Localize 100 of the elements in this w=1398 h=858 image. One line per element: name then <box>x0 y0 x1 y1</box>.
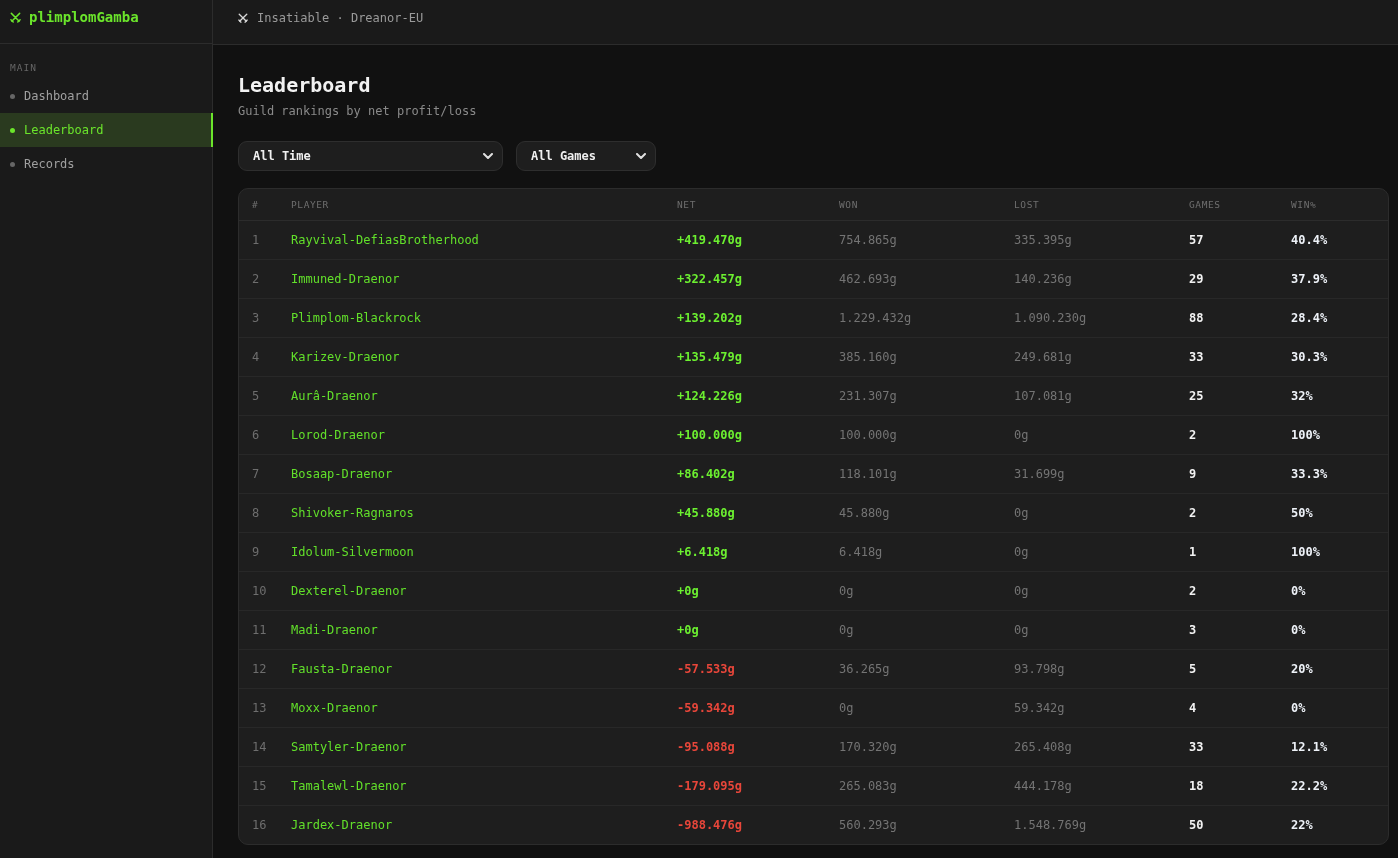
lost-amount: 59.342g <box>1014 701 1065 715</box>
lost-amount: 1.090.230g <box>1014 311 1087 325</box>
bullet-icon <box>10 127 15 133</box>
net-amount: -57.533g <box>677 662 735 676</box>
player-name: Idolum-Silvermoon <box>291 545 414 559</box>
rank-number: 2 <box>252 272 260 286</box>
lost-amount: 0g <box>1014 428 1029 442</box>
player-name: Bosaap-Draenor <box>291 467 393 481</box>
games-count: 25 <box>1189 389 1204 403</box>
won-amount: 265.083g <box>839 779 897 793</box>
won-amount: 170.320g <box>839 740 897 754</box>
net-amount: -988.476g <box>677 818 743 832</box>
filter-dropdown[interactable]: All Time <box>238 141 503 171</box>
net-amount: +139.202g <box>677 311 743 325</box>
lost-amount: 265.408g <box>1014 740 1072 754</box>
rank-number: 13 <box>252 701 267 715</box>
won-amount: 462.693g <box>839 272 897 286</box>
net-amount: +0g <box>677 584 699 598</box>
lost-amount: 0g <box>1014 584 1029 598</box>
won-amount: 100.000g <box>839 428 897 442</box>
net-amount: +86.402g <box>677 467 735 481</box>
win-rate: 100% <box>1291 545 1320 559</box>
games-count: 3 <box>1189 623 1197 637</box>
net-amount: +45.880g <box>677 506 735 520</box>
net-amount: -179.095g <box>677 779 743 793</box>
lost-header: LOST <box>1014 199 1040 210</box>
nav-item[interactable]: Dashboard <box>0 79 213 113</box>
lost-amount: 444.178g <box>1014 779 1072 793</box>
rank-number: 15 <box>252 779 267 793</box>
page-subtitle: Guild rankings by net profit/loss <box>238 103 478 119</box>
games-count: 50 <box>1189 818 1204 832</box>
won-amount: 45.880g <box>839 506 890 520</box>
rank-number: 14 <box>252 740 267 754</box>
filter-dropdown[interactable]: All Games <box>516 141 656 171</box>
games-count: 2 <box>1189 506 1197 520</box>
won-amount: 0g <box>839 701 854 715</box>
player-name: Dexterel-Draenor <box>291 584 407 598</box>
rank-number: 11 <box>252 623 267 637</box>
net-amount: -59.342g <box>677 701 735 715</box>
rank-number: 7 <box>252 467 260 481</box>
rank-number: 12 <box>252 662 267 676</box>
win-rate: 100% <box>1291 428 1320 442</box>
player-name: Fausta-Draenor <box>291 662 393 676</box>
rank-number: 1 <box>252 233 260 247</box>
lost-amount: 249.681g <box>1014 350 1072 364</box>
lost-amount: 93.798g <box>1014 662 1065 676</box>
won-amount: 6.418g <box>839 545 883 559</box>
net-amount: +0g <box>677 623 699 637</box>
net-header: NET <box>677 199 696 210</box>
nav-item[interactable]: Leaderboard <box>0 113 213 147</box>
player-name: Aurâ-Draenor <box>291 389 378 403</box>
games-count: 33 <box>1189 350 1204 364</box>
crossed-swords-icon <box>238 12 248 23</box>
games-count: 33 <box>1189 740 1204 754</box>
player-name: Madi-Draenor <box>291 623 378 637</box>
won-header: WON <box>839 199 858 210</box>
win-rate: 28.4% <box>1291 311 1328 325</box>
lost-amount: 335.395g <box>1014 233 1072 247</box>
bullet-icon <box>10 161 15 167</box>
net-amount: +135.479g <box>677 350 743 364</box>
rank-number: 10 <box>252 584 267 598</box>
games-count: 18 <box>1189 779 1204 793</box>
won-amount: 560.293g <box>839 818 897 832</box>
page-title: Leaderboard <box>238 73 372 97</box>
rank-number: 16 <box>252 818 267 832</box>
crossed-swords-icon <box>10 11 21 23</box>
win-rate: 22% <box>1291 818 1313 832</box>
player-name: Lorod-Draenor <box>291 428 385 442</box>
lost-amount: 31.699g <box>1014 467 1065 481</box>
app-name: plimplomGamba <box>29 9 139 25</box>
player-name: Moxx-Draenor <box>291 701 378 715</box>
net-amount: +6.418g <box>677 545 728 559</box>
games-count: 2 <box>1189 428 1197 442</box>
win-rate: 12.1% <box>1291 740 1328 754</box>
player-name: Immuned-Draenor <box>291 272 400 286</box>
win-rate: 0% <box>1291 701 1306 715</box>
games-count: 57 <box>1189 233 1204 247</box>
chevron-down-icon <box>483 153 493 159</box>
section-label: MAIN <box>10 62 37 74</box>
win-rate: 32% <box>1291 389 1313 403</box>
won-amount: 385.160g <box>839 350 897 364</box>
bullet-icon <box>10 93 15 99</box>
games-count: 9 <box>1189 467 1197 481</box>
player-name: Tamalewl-Draenor <box>291 779 407 793</box>
player-header: PLAYER <box>291 199 329 210</box>
lost-amount: 0g <box>1014 623 1029 637</box>
player-name: Plimplom-Blackrock <box>291 311 422 325</box>
nav-item[interactable]: Records <box>0 147 213 181</box>
lost-amount: 0g <box>1014 545 1029 559</box>
lost-amount: 1.548.769g <box>1014 818 1087 832</box>
won-amount: 754.865g <box>839 233 897 247</box>
player-name: Shivoker-Ragnaros <box>291 506 414 520</box>
rank-number: 9 <box>252 545 260 559</box>
won-amount: 36.265g <box>839 662 890 676</box>
won-amount: 1.229.432g <box>839 311 912 325</box>
win-rate-header: WIN% <box>1291 199 1317 210</box>
win-rate: 0% <box>1291 584 1306 598</box>
win-rate: 40.4% <box>1291 233 1328 247</box>
player-name: Karizev-Draenor <box>291 350 400 364</box>
rank-number: 6 <box>252 428 260 442</box>
